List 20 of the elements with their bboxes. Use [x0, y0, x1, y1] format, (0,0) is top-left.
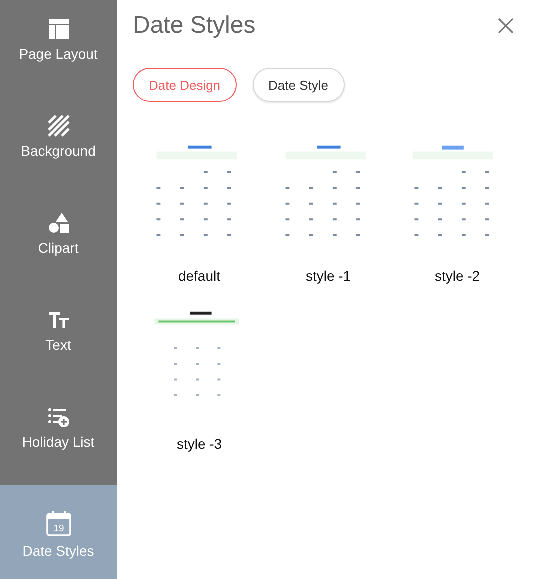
- calendar-icon: 19: [46, 511, 72, 537]
- shapes-icon: [48, 212, 70, 234]
- text-size-icon: [48, 309, 70, 331]
- style-label: style -2: [434, 268, 480, 284]
- sidebar-item[interactable]: Text: [0, 291, 117, 388]
- sidebar-item[interactable]: Page Layout: [0, 0, 117, 97]
- close-button[interactable]: [496, 16, 516, 36]
- style-label: default: [178, 268, 221, 284]
- hatch-icon: [48, 115, 70, 137]
- sidebar-item[interactable]: Holiday List: [0, 388, 117, 485]
- sidebar-item[interactable]: Clipart: [0, 194, 117, 291]
- panel-title: Date Styles: [133, 12, 256, 40]
- tab[interactable]: Date Style: [252, 68, 345, 102]
- sidebar-item[interactable]: Background: [0, 97, 117, 194]
- style-label: style -1: [306, 268, 352, 284]
- style-label: style -3: [176, 436, 222, 452]
- sidebar-item[interactable]: 19 Date Styles: [0, 485, 117, 579]
- list-add-icon: [48, 406, 70, 428]
- tab[interactable]: Date Design: [133, 68, 237, 102]
- layout-icon: [48, 18, 70, 40]
